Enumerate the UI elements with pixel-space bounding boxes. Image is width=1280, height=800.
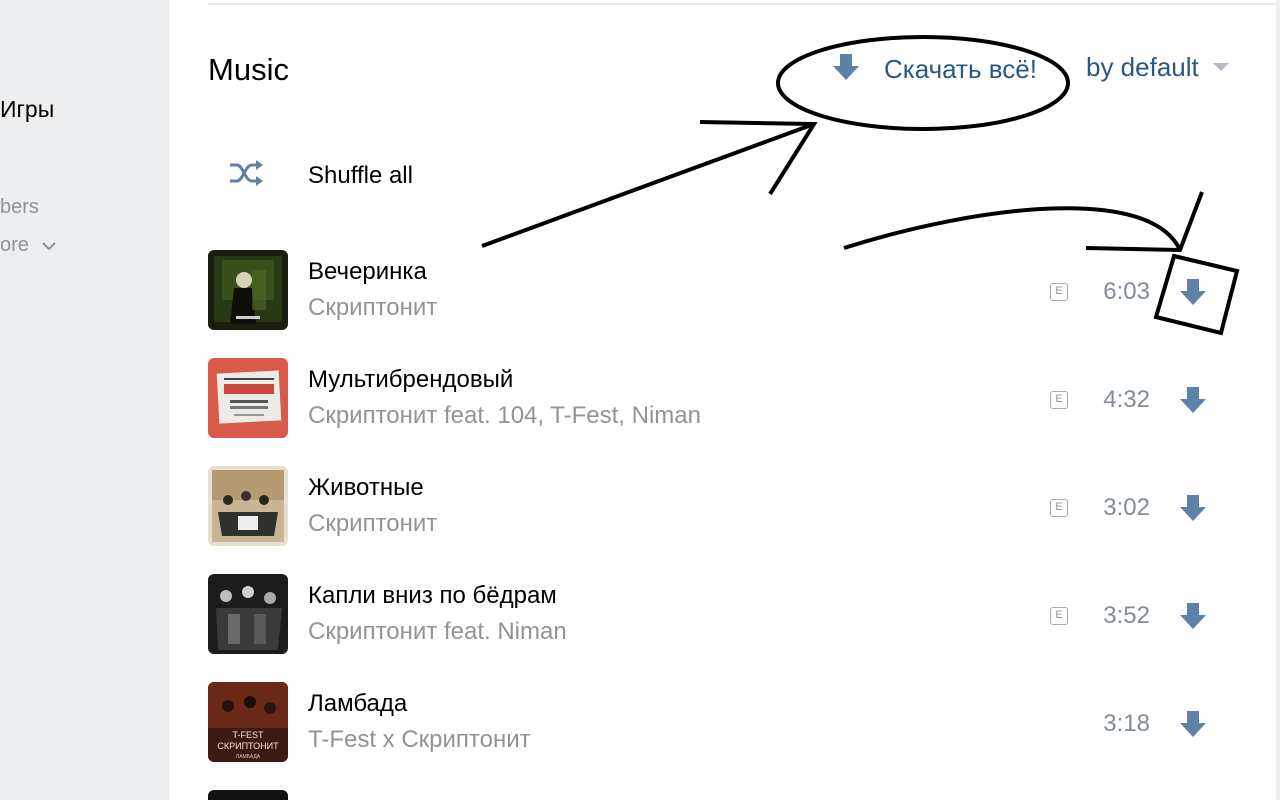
chevron-down-icon [42,234,57,257]
track-title: Животные [308,474,424,501]
album-cover [208,466,288,546]
shuffle-all-button[interactable]: Shuffle all [228,160,413,191]
explicit-badge: E [1050,607,1068,625]
track-row[interactable]: Мультибрендовый Скриптонит feat. 104, T-… [208,358,1208,438]
download-arrow-icon[interactable] [1180,494,1206,522]
album-cover: T-FEST СКРИПТОНИТ ЛАМБАДА [208,682,288,762]
track-artist[interactable]: Скриптонит feat. 104, T-Fest, Niman [308,402,701,430]
caret-down-icon [1212,59,1229,77]
download-arrow-icon[interactable] [1180,278,1206,306]
track-title: Капли вниз по бёдрам [308,582,557,609]
cover-text: T-FEST [233,730,265,740]
download-all-label: Скачать всё! [884,54,1037,84]
sidebar-item-label: bers [0,196,39,218]
track-row[interactable]: T-FEST СКРИПТОНИТ ЛАМБАДА Ламбада T-Fest… [208,682,1208,762]
sort-label: by default [1086,52,1199,82]
download-arrow-icon[interactable] [1180,386,1206,414]
download-arrow-icon[interactable] [1180,710,1206,738]
track-row[interactable]: Животные Скриптонит E 3:02 [208,466,1208,546]
track-artist[interactable]: T-Fest x Скриптонит [308,726,531,754]
download-arrow-icon [832,52,860,87]
shuffle-icon [228,160,264,191]
track-duration: 3:52 [1103,602,1150,629]
album-cover [208,790,288,800]
track-title: Вечеринка [308,258,427,285]
download-arrow-icon[interactable] [1180,602,1206,630]
cover-text: ЛАМБАДА [236,754,261,760]
cover-text: СКРИПТОНИТ [217,741,279,751]
sidebar-item-games[interactable]: Игры [0,96,54,123]
album-cover [208,574,288,654]
track-duration: 3:18 [1103,710,1150,737]
explicit-badge: E [1050,391,1068,409]
sidebar-item-label: Игры [0,96,55,122]
track-row[interactable]: Капли вниз по бёдрам Скриптонит feat. Ni… [208,574,1208,654]
download-all-button[interactable]: Скачать всё! [832,52,1037,87]
album-cover [208,358,288,438]
track-duration: 3:02 [1103,494,1150,521]
left-sidebar: Игры bers ore [0,0,168,800]
track-artist[interactable]: Скриптонит [308,510,437,538]
shuffle-all-label: Shuffle all [308,161,413,189]
track-artist[interactable]: Скриптонит [308,294,437,322]
panel-edge [1276,0,1280,800]
album-cover [208,250,288,330]
track-duration: 4:32 [1103,386,1150,413]
sidebar-item-more[interactable]: ore [0,234,57,257]
page-title: Music [208,52,289,87]
sidebar-item-label: ore [0,234,29,256]
track-title: Ламбада [308,690,408,717]
track-artist[interactable]: Скриптонит feat. Niman [308,618,567,646]
explicit-badge: E [1050,283,1068,301]
track-row[interactable]: Вечеринка Скриптонит E 6:03 [208,250,1208,330]
explicit-badge: E [1050,499,1068,517]
track-title: Мультибрендовый [308,366,514,393]
sidebar-item-members[interactable]: bers [0,196,39,219]
sort-dropdown[interactable]: by default [1086,52,1229,83]
divider [208,3,1280,5]
track-duration: 6:03 [1103,278,1150,305]
